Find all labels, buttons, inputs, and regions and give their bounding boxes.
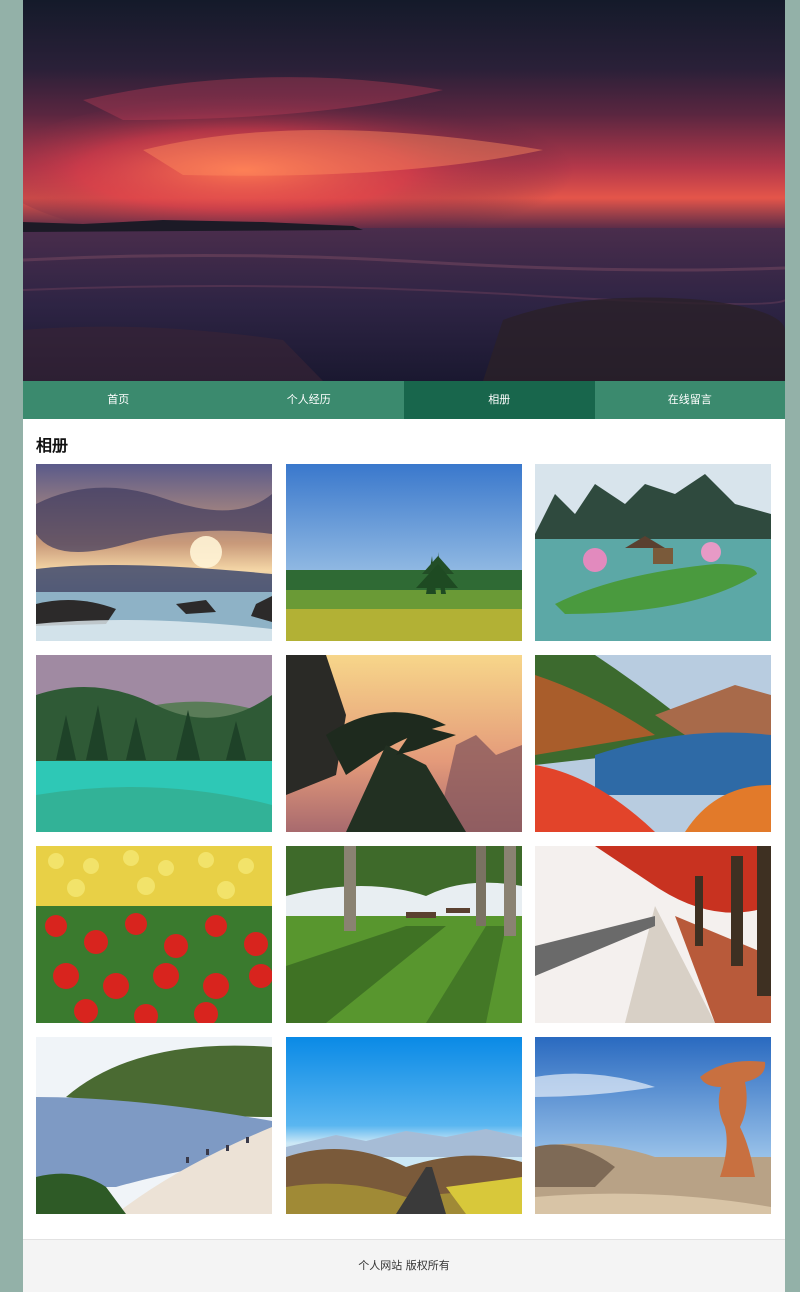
pine-silhouette-sunset-photo[interactable] (286, 655, 522, 832)
mountain-road-photo[interactable] (286, 1037, 522, 1214)
meadow-pine-photo[interactable] (286, 464, 522, 641)
nav-item-album[interactable]: 相册 (404, 381, 595, 419)
nav-item-home[interactable]: 首页 (23, 381, 214, 419)
red-tree-road-photo[interactable] (535, 846, 771, 1023)
copyright-text: 个人网站 版权所有 (358, 1259, 450, 1272)
turquoise-lake-forest-photo[interactable] (36, 655, 272, 832)
park-lawn-benches-photo[interactable] (286, 846, 522, 1023)
autumn-lake-valley-photo[interactable] (535, 655, 771, 832)
beach-coast-photo[interactable] (36, 1037, 272, 1214)
rock-formation-photo[interactable] (535, 1037, 771, 1214)
page-container: 首页 个人经历 相册 在线留言 相册 个人网站 版权所有 (23, 0, 785, 1292)
nav-item-experience[interactable]: 个人经历 (214, 381, 405, 419)
karst-lake-island-photo[interactable] (535, 464, 771, 641)
page-title: 相册 (36, 436, 69, 455)
header-banner-image (23, 0, 785, 381)
tulip-field-photo[interactable] (36, 846, 272, 1023)
sunset-seascape-photo[interactable] (36, 464, 272, 641)
nav-item-guestbook[interactable]: 在线留言 (595, 381, 786, 419)
main-nav: 首页 个人经历 相册 在线留言 (23, 381, 785, 419)
footer: 个人网站 版权所有 (23, 1239, 785, 1292)
